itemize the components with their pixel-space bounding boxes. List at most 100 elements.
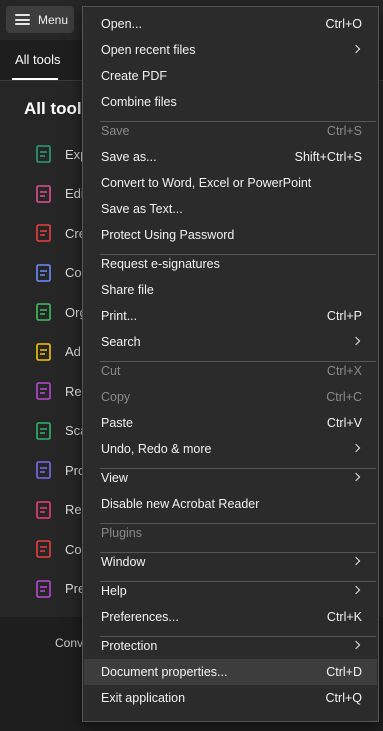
menu-item-convert-to-word-excel-or-powerpoint[interactable]: Convert to Word, Excel or PowerPoint xyxy=(84,170,377,196)
menu-item-search[interactable]: Search xyxy=(84,329,377,355)
menu-item-label: Copy xyxy=(101,390,131,404)
menu-item-save: Save Ctrl+S xyxy=(84,118,377,144)
menu-button[interactable]: Menu xyxy=(6,6,74,33)
menu-item-label: Open... xyxy=(101,17,142,31)
menu-item-preferences[interactable]: Preferences... Ctrl+K xyxy=(84,604,377,630)
menu-item-copy: Copy Ctrl+C xyxy=(84,384,377,410)
menu-item-create-pdf[interactable]: Create PDF xyxy=(84,63,377,89)
menu-item-open-recent-files[interactable]: Open recent files xyxy=(84,37,377,63)
main-menu-dropdown: Open... Ctrl+O Open recent files Create PDF… xyxy=(82,6,379,722)
menu-item-label: Cut xyxy=(101,364,121,378)
menu-item-label: Share file xyxy=(101,283,154,297)
menu-item-save-as-text[interactable]: Save as Text... xyxy=(84,196,377,222)
menu-item-disable-new-acrobat-reader[interactable]: Disable new Acrobat Reader xyxy=(84,491,377,517)
menu-item-combine-files[interactable]: Combine files xyxy=(84,89,377,115)
tool-label: Re xyxy=(65,383,82,399)
tool-label: Edi xyxy=(65,186,84,201)
menu-item-label: Print... xyxy=(101,309,138,323)
menu-item-protect-using-password[interactable]: Protect Using Password xyxy=(84,222,377,248)
tool-label: Co xyxy=(65,265,82,280)
tool-item[interactable]: Sca xyxy=(34,420,87,442)
menu-item-shortcut: Ctrl+Q xyxy=(325,691,362,705)
menu-item-label: Preferences... xyxy=(101,610,179,624)
menu-item-shortcut: Ctrl+K xyxy=(326,610,362,624)
menu-item-shortcut: Shift+Ctrl+S xyxy=(294,150,362,164)
menu-item-view[interactable]: View xyxy=(84,465,377,491)
menu-item-exit-application[interactable]: Exit application Ctrl+Q xyxy=(84,685,377,711)
compress-pdf-icon xyxy=(36,540,51,558)
menu-item-label: Protect Using Password xyxy=(101,228,235,242)
request-signatures-icon xyxy=(36,382,51,400)
chevron-right-icon xyxy=(351,44,361,54)
menu-item-shortcut: Ctrl+P xyxy=(326,309,362,323)
tool-item[interactable]: Re xyxy=(34,499,82,521)
tool-item[interactable]: Ad xyxy=(34,341,81,363)
menu-item-undo-redo-more[interactable]: Undo, Redo & more xyxy=(84,436,377,462)
chevron-right-icon xyxy=(351,640,361,650)
menu-item-label: Save xyxy=(101,124,130,138)
protect-icon xyxy=(36,461,51,479)
combine-files-icon xyxy=(36,263,51,282)
tool-item[interactable]: Exp xyxy=(34,143,87,165)
menu-item-plugins: Plugins xyxy=(84,520,377,546)
tool-item[interactable]: Co xyxy=(34,538,82,560)
tool-item[interactable]: Re xyxy=(34,380,82,402)
edit-pdf-icon xyxy=(36,184,51,203)
scan-ocr-icon xyxy=(36,421,51,440)
add-comment-icon xyxy=(36,342,51,361)
menu-item-label: View xyxy=(101,471,128,485)
menu-item-share-file[interactable]: Share file xyxy=(84,277,377,303)
chevron-right-icon xyxy=(351,336,361,346)
menu-button-label: Menu xyxy=(38,12,69,27)
menu-item-help[interactable]: Help xyxy=(84,578,377,604)
menu-item-label: Convert to Word, Excel or PowerPoint xyxy=(101,176,312,190)
tool-item[interactable]: Cre xyxy=(34,222,86,244)
tool-item[interactable]: Pre xyxy=(34,578,85,600)
organize-pages-icon xyxy=(36,303,51,321)
tool-item[interactable]: Edi xyxy=(34,183,84,205)
tool-item[interactable]: Co xyxy=(34,262,82,284)
panel-title: All tools xyxy=(24,99,92,118)
tab-all-tools[interactable]: All tools xyxy=(15,52,61,67)
menu-item-shortcut: Ctrl+V xyxy=(326,416,362,430)
menu-item-shortcut: Ctrl+D xyxy=(326,665,362,679)
menu-item-shortcut: Ctrl+O xyxy=(325,17,362,31)
menu-item-label: Combine files xyxy=(101,95,177,109)
prepare-form-icon xyxy=(36,579,51,598)
menu-item-label: Request e-signatures xyxy=(101,257,220,271)
menu-item-label: Document properties... xyxy=(101,665,228,679)
menu-item-request-e-signatures[interactable]: Request e-signatures xyxy=(84,251,377,277)
menu-item-protection[interactable]: Protection xyxy=(84,633,377,659)
export-pdf-icon xyxy=(36,145,51,163)
chevron-right-icon xyxy=(351,472,361,482)
menu-item-save-as[interactable]: Save as... Shift+Ctrl+S xyxy=(84,144,377,170)
menu-item-shortcut: Ctrl+X xyxy=(326,364,362,378)
tool-label: Ad xyxy=(65,344,81,359)
menu-item-document-properties[interactable]: Document properties... Ctrl+D xyxy=(84,659,377,685)
menu-item-label: Paste xyxy=(101,416,133,430)
menu-item-cut: Cut Ctrl+X xyxy=(84,358,377,384)
menu-item-shortcut: Ctrl+C xyxy=(326,390,362,404)
menu-item-paste[interactable]: Paste Ctrl+V xyxy=(84,410,377,436)
redact-icon xyxy=(36,500,51,519)
menu-item-label: Disable new Acrobat Reader xyxy=(101,497,260,511)
menu-item-label: Plugins xyxy=(101,526,142,540)
menu-item-label: Window xyxy=(101,555,146,569)
chevron-right-icon xyxy=(351,585,361,595)
menu-item-label: Help xyxy=(101,584,127,598)
menu-item-label: Save as Text... xyxy=(101,202,183,216)
create-pdf-icon xyxy=(36,224,51,242)
menu-item-label: Undo, Redo & more xyxy=(101,442,212,456)
menu-item-label: Create PDF xyxy=(101,69,167,83)
chevron-right-icon xyxy=(351,556,361,566)
menu-item-label: Open recent files xyxy=(101,43,196,57)
menu-item-open[interactable]: Open... Ctrl+O xyxy=(84,11,377,37)
menu-item-window[interactable]: Window xyxy=(84,549,377,575)
tool-label: Co xyxy=(65,541,82,557)
menu-item-print[interactable]: Print... Ctrl+P xyxy=(84,303,377,329)
menu-item-label: Protection xyxy=(101,639,158,653)
tool-item[interactable]: Org xyxy=(34,301,87,323)
menu-item-label: Save as... xyxy=(101,150,157,164)
chevron-right-icon xyxy=(351,443,361,453)
tool-item[interactable]: Pro xyxy=(34,459,85,481)
